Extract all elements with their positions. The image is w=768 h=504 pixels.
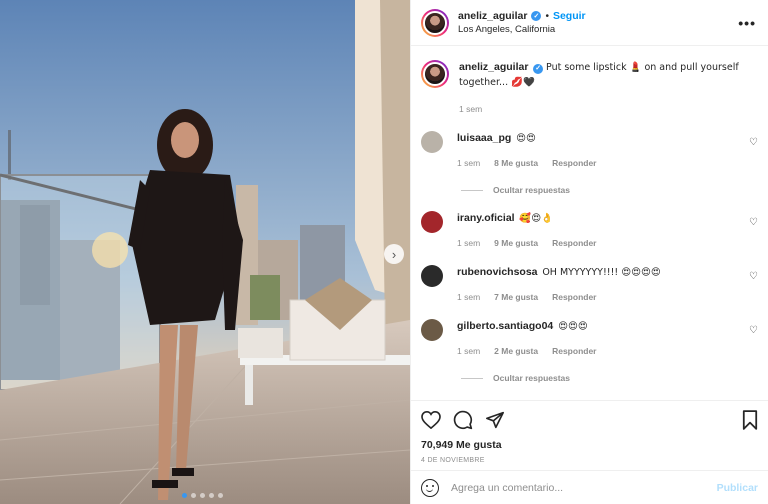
reply-button[interactable]: Responder xyxy=(552,290,596,305)
emoji-picker-icon[interactable] xyxy=(421,478,439,497)
commenter-username[interactable]: luisaaa_pg xyxy=(457,132,511,144)
comment-likes[interactable]: 2 Me gusta xyxy=(494,344,538,359)
photo-scene xyxy=(0,0,410,504)
like-heart-icon[interactable] xyxy=(421,411,441,429)
post-caption: aneliz_aguilar ✓ Put some lipstick 💄 on … xyxy=(421,60,758,117)
next-photo-button[interactable]: › xyxy=(384,244,404,264)
comment-text: 😍😍😍 xyxy=(558,321,588,332)
post-actions: 70,949 Me gusta 4 DE NOVIEMBRE xyxy=(411,400,768,470)
post-date[interactable]: 4 DE NOVIEMBRE xyxy=(421,457,758,464)
comment-time[interactable]: 1 sem xyxy=(457,290,480,305)
comment-text: 😍😍 xyxy=(516,133,536,144)
caption-time[interactable]: 1 sem xyxy=(459,102,482,117)
post-header: aneliz_aguilar ✓ • Seguir Los Angeles, C… xyxy=(411,0,768,46)
commenter-avatar[interactable] xyxy=(421,319,443,341)
instagram-post: › aneliz_aguilar ✓ • Seguir Los Angeles,… xyxy=(0,0,768,504)
reply-button[interactable]: Responder xyxy=(552,236,596,251)
reply-button[interactable]: Responder xyxy=(552,156,596,171)
likes-count[interactable]: 70,949 Me gusta xyxy=(421,439,758,451)
like-comment-heart-icon[interactable]: ♡ xyxy=(749,325,758,336)
comment-time[interactable]: 1 sem xyxy=(457,344,480,359)
comment-bubble-icon[interactable] xyxy=(453,410,473,430)
comment-likes[interactable]: 7 Me gusta xyxy=(494,290,538,305)
author-avatar[interactable] xyxy=(421,8,449,37)
author-username[interactable]: aneliz_aguilar xyxy=(458,10,527,23)
share-send-icon[interactable] xyxy=(485,411,505,429)
commenter-username[interactable]: rubenovichsosa xyxy=(457,266,538,278)
comment-input[interactable] xyxy=(451,481,717,494)
hide-replies-toggle[interactable]: Ocultar respuestas xyxy=(461,373,758,383)
carousel-dot xyxy=(218,493,223,498)
caption-username[interactable]: aneliz_aguilar xyxy=(459,61,528,73)
hide-replies-label[interactable]: Ocultar respuestas xyxy=(493,185,570,195)
verified-badge-icon: ✓ xyxy=(533,63,544,74)
add-comment-bar: Publicar xyxy=(411,470,768,504)
commenter-username[interactable]: irany.oficial xyxy=(457,212,515,224)
post-side-panel: aneliz_aguilar ✓ • Seguir Los Angeles, C… xyxy=(410,0,768,504)
like-comment-heart-icon[interactable]: ♡ xyxy=(749,217,758,228)
save-bookmark-icon[interactable] xyxy=(742,410,758,430)
comment-likes[interactable]: 8 Me gusta xyxy=(494,156,538,171)
post-photo[interactable]: › xyxy=(0,0,410,504)
commenter-avatar[interactable] xyxy=(421,211,443,233)
comments-list[interactable]: aneliz_aguilar ✓ Put some lipstick 💄 on … xyxy=(411,46,768,400)
comment-likes[interactable]: 9 Me gusta xyxy=(494,236,538,251)
more-options-icon[interactable]: ••• xyxy=(738,15,756,31)
caption-avatar[interactable] xyxy=(421,60,449,88)
publish-button[interactable]: Publicar xyxy=(717,482,758,494)
hide-replies-label[interactable]: Ocultar respuestas xyxy=(493,373,570,383)
comment-text: 🥰😍👌 xyxy=(519,213,553,224)
commenter-avatar[interactable] xyxy=(421,131,443,153)
hide-replies-toggle[interactable]: Ocultar respuestas xyxy=(461,185,758,195)
follow-button[interactable]: Seguir xyxy=(553,10,586,23)
comment-time[interactable]: 1 sem xyxy=(457,236,480,251)
commenter-username[interactable]: gilberto.santiago04 xyxy=(457,320,553,332)
separator-dot: • xyxy=(545,10,549,22)
reply-button[interactable]: Responder xyxy=(552,344,596,359)
verified-badge-icon: ✓ xyxy=(531,11,542,21)
comment-item: irany.oficial 🥰😍👌 1 sem 9 Me gusta Respo… xyxy=(421,211,758,251)
carousel-indicator xyxy=(182,493,223,498)
comment-item: gilberto.santiago04 😍😍😍 1 sem 2 Me gusta… xyxy=(421,319,758,359)
comment-time[interactable]: 1 sem xyxy=(457,156,480,171)
carousel-dot xyxy=(209,493,214,498)
carousel-dot xyxy=(200,493,205,498)
replies-divider xyxy=(461,189,483,191)
like-comment-heart-icon[interactable]: ♡ xyxy=(749,271,758,282)
comment-text: OH MYYYYYY!!!! 😍😍😍😍 xyxy=(542,267,661,278)
carousel-dot xyxy=(191,493,196,498)
location-link[interactable]: Los Angeles, California xyxy=(458,23,738,36)
carousel-dot xyxy=(182,493,187,498)
comment-item: luisaaa_pg 😍😍 1 sem 8 Me gusta Responder… xyxy=(421,131,758,171)
like-comment-heart-icon[interactable]: ♡ xyxy=(749,137,758,148)
replies-divider xyxy=(461,377,483,379)
comment-item: rubenovichsosa OH MYYYYYY!!!! 😍😍😍😍 1 sem… xyxy=(421,265,758,305)
chevron-right-icon: › xyxy=(391,246,397,262)
commenter-avatar[interactable] xyxy=(421,265,443,287)
